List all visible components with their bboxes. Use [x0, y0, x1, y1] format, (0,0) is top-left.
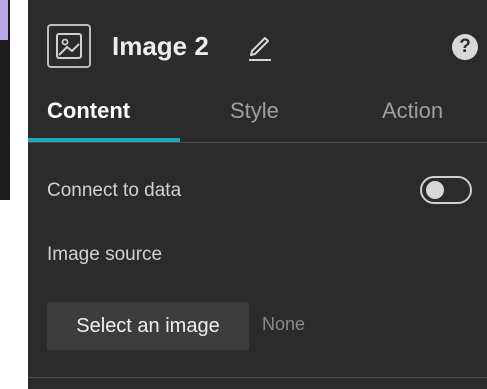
image-source-label: Image source: [47, 244, 163, 265]
selected-image-value: None: [262, 314, 306, 334]
divider: [28, 377, 487, 378]
image-icon: [47, 24, 91, 68]
help-icon[interactable]: ?: [452, 34, 478, 60]
settings-panel: Image 2 ? Content Style Action Connect t…: [28, 0, 487, 389]
tab-style[interactable]: Style: [230, 88, 279, 142]
canvas-area: [0, 0, 28, 389]
connect-to-data-toggle[interactable]: [420, 176, 472, 204]
canvas-selection-edge: [0, 0, 8, 40]
tab-bar: Content Style Action: [28, 88, 487, 143]
active-tab-indicator: [28, 138, 180, 142]
pencil-icon[interactable]: [246, 31, 274, 63]
tab-action[interactable]: Action: [382, 88, 443, 142]
toggle-knob: [426, 181, 444, 199]
connect-to-data-label: Connect to data: [47, 180, 182, 201]
select-image-button[interactable]: Select an image: [47, 302, 249, 350]
widget-title: Image 2: [112, 31, 209, 61]
panel-header: Image 2 ?: [28, 0, 487, 88]
tab-content[interactable]: Content: [47, 88, 130, 142]
